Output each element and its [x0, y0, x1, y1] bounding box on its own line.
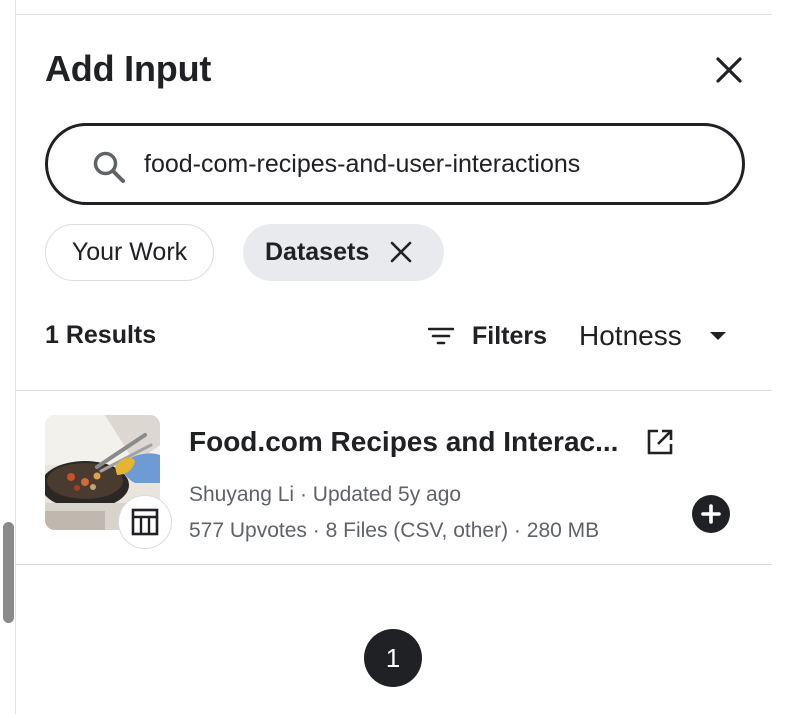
dataset-author: Shuyang Li	[189, 483, 295, 506]
meta-separator: ·	[513, 519, 521, 542]
panel-title: Add Input	[45, 48, 212, 89]
dataset-meta-author: Shuyang Li · Updated 5y ago	[189, 483, 461, 507]
search-box[interactable]	[45, 123, 745, 205]
filters-label: Filters	[472, 321, 548, 350]
scrollbar-thumb[interactable]	[3, 522, 14, 623]
dataset-size: 280 MB	[526, 519, 600, 542]
filter-icon	[428, 327, 454, 345]
chip-your-work[interactable]: Your Work	[45, 224, 214, 281]
chip-label: Datasets	[265, 238, 370, 266]
add-circle-icon	[701, 504, 721, 524]
dataset-title[interactable]: Food.com Recipes and Interac...	[189, 426, 618, 458]
search-icon	[93, 151, 125, 183]
pagination-page-button[interactable]: 1	[364, 629, 422, 687]
sort-dropdown[interactable]: Hotness	[579, 318, 726, 354]
dataset-updated: Updated 5y ago	[312, 483, 462, 506]
close-icon[interactable]	[389, 240, 413, 264]
dataset-upvotes: 577 Upvotes	[189, 519, 307, 542]
dataset-meta-stats: 577 Upvotes · 8 Files (CSV, other) · 280…	[189, 519, 599, 543]
chip-datasets[interactable]: Datasets	[243, 224, 444, 281]
filters-button[interactable]: Filters	[428, 318, 547, 354]
meta-separator: ·	[299, 483, 307, 506]
dataset-files: 8 Files (CSV, other)	[325, 519, 509, 542]
meta-separator: ·	[312, 519, 320, 542]
results-count: 1 Results	[45, 321, 157, 349]
chip-label: Your Work	[71, 238, 188, 266]
external-link-icon[interactable]	[646, 428, 674, 456]
close-icon	[716, 57, 742, 83]
sort-label: Hotness	[579, 320, 682, 351]
dataset-type-badge	[118, 495, 172, 549]
dataset-table-icon	[131, 508, 159, 536]
search-input[interactable]	[144, 146, 724, 182]
add-dataset-button[interactable]	[692, 495, 730, 533]
caret-down-icon	[709, 332, 726, 340]
results-divider-bottom	[16, 564, 772, 565]
add-input-panel: Add Input Your Work Datasets 1 Results F…	[16, 15, 772, 714]
close-button[interactable]	[710, 51, 748, 89]
list-item[interactable]: Food.com Recipes and Interac... Shuyang …	[16, 391, 772, 564]
